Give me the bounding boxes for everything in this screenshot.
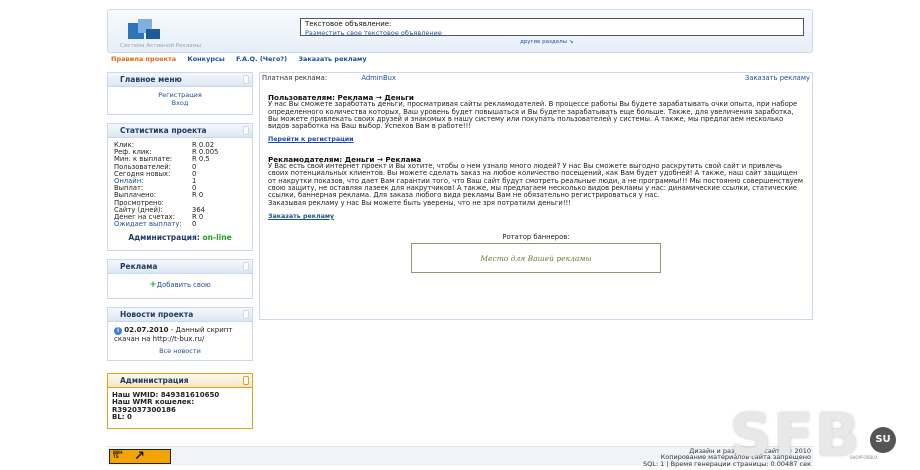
ads-panel: Реклама +Добавить свою xyxy=(107,258,253,299)
stats-title-text: Статистика проекта xyxy=(120,126,207,135)
paid-ad-label: Платная реклама: xyxy=(262,74,328,82)
banner-rotator[interactable]: Место для Вашей рекламы xyxy=(411,243,661,274)
admin-title-text: Администрация xyxy=(120,375,189,385)
advertisers-text-2: Заказывая рекламу у нас Вы можете быть у… xyxy=(268,198,571,207)
page-wrapper: Система Активной Рекламы Текстовое объяв… xyxy=(107,9,813,429)
logo-text: Система Активной Рекламы xyxy=(120,43,202,49)
main-content: Платная реклама: AdminBux Заказать рекла… xyxy=(259,72,813,320)
site-logo[interactable]: Система Активной Рекламы xyxy=(120,19,240,49)
stat-value: 0 xyxy=(192,220,197,229)
news-title: Новости проекта xyxy=(108,307,252,322)
paid-ad-bar: Платная реклама: AdminBux Заказать рекла… xyxy=(260,73,812,84)
other-sections-link[interactable]: другие разделы ↘ xyxy=(520,39,573,45)
add-ad-label[interactable]: Добавить свою xyxy=(157,281,211,289)
main-text: Пользователям: Реклама → Деньги У нас Вы… xyxy=(260,84,812,277)
left-column: Главное меню Регистрация Вход Статистика… xyxy=(107,72,253,429)
visit-counter[interactable]: BBH TS ↗ xyxy=(109,449,171,464)
go-register-link[interactable]: Перейти к регистрации xyxy=(268,136,804,143)
admin-panel: Администрация Наш WMID: 849381610650 Наш… xyxy=(107,372,253,429)
login-link[interactable]: Вход xyxy=(114,99,246,107)
stat-value: 1 xyxy=(192,177,197,186)
nav-contests[interactable]: Конкурсы xyxy=(187,55,224,63)
collapse-icon[interactable] xyxy=(243,75,249,84)
text-ad-box: Текстовое объявление: Разместить свое те… xyxy=(300,18,804,37)
news-panel: Новости проекта i 02.07.2010 - Данный ск… xyxy=(107,306,253,361)
place-text-ad-link[interactable]: Разместить свое текстовое объявление xyxy=(301,29,803,37)
watermark-letters: SFB xyxy=(730,401,862,469)
stat-value: R 0 xyxy=(192,191,204,200)
ads-title: Реклама xyxy=(108,259,252,274)
watermark-sub: SHOPFORBUX xyxy=(850,455,878,460)
paid-ad-admin-link[interactable]: AdminBux xyxy=(361,74,396,82)
stats-panel: Статистика проекта Клик: R 0.02 Реф. клик… xyxy=(107,123,253,251)
watermark-logo: SFB SU SHOPFORBUX xyxy=(730,405,910,465)
text-ad-title: Текстовое объявление: xyxy=(305,20,392,28)
nav-order-ad[interactable]: Заказать рекламу xyxy=(298,55,366,63)
stats-list: Клик: R 0.02 Реф. клик: R 0.005 Мин. к вып… xyxy=(108,138,252,250)
admin-title: Администрация xyxy=(108,373,252,388)
admin-wallet-info: Наш WMID: 849381610650 Наш WMR кошелек: … xyxy=(108,388,252,428)
collapse-icon[interactable] xyxy=(243,309,249,319)
logo-mark-icon xyxy=(128,19,162,41)
admin-bl: BL: 0 xyxy=(112,413,132,422)
site-footer: BBH TS ↗ Дизайн и разработка сайта © 2010… xyxy=(107,446,813,467)
stat-value: R 0 xyxy=(192,213,204,222)
stat-value: 0 xyxy=(192,162,197,171)
news-title-text: Новости проекта xyxy=(120,309,194,319)
banner-placeholder: Место для Вашей рекламы xyxy=(480,253,592,263)
all-news-link[interactable]: Все новости xyxy=(114,347,246,356)
banner-rotator-title: Ротатор баннеров: xyxy=(502,233,570,242)
register-link[interactable]: Регистрация xyxy=(114,91,246,99)
nav-faq[interactable]: F.A.Q. (Чего?) xyxy=(236,55,287,63)
news-date: 02.07.2010 xyxy=(124,325,169,334)
order-ad-link[interactable]: Заказать рекламу xyxy=(268,213,804,220)
advertisers-text: У Вас есть свой интернет проект и Вы хот… xyxy=(268,162,804,200)
collapse-icon[interactable] xyxy=(243,375,249,385)
counter-text: BBH TS xyxy=(113,450,123,459)
news-item: i 02.07.2010 - Данный скрипт скачан на h… xyxy=(108,322,252,360)
admin-status-label: Администрация: xyxy=(128,233,200,243)
admin-online-badge: on-line xyxy=(202,233,232,243)
plus-icon: + xyxy=(149,279,157,290)
users-text: У нас Вы сможете заработать деньги, прос… xyxy=(268,100,798,131)
watermark-badge: SU xyxy=(870,427,896,453)
arrow-up-right-icon: ↗ xyxy=(134,449,145,464)
admin-wmr: R392037300186 xyxy=(112,405,176,414)
info-icon: i xyxy=(114,326,122,335)
stat-row-awaiting[interactable]: Ожидает выплату: 0 xyxy=(114,221,246,228)
order-ad-top-link[interactable]: Заказать рекламу xyxy=(745,73,810,84)
main-menu-title: Главное меню xyxy=(108,73,252,87)
stat-key[interactable]: Ожидает выплату: xyxy=(114,221,192,228)
add-ad-link[interactable]: +Добавить свою xyxy=(108,274,252,298)
admin-status: Администрация: on-line xyxy=(114,233,246,243)
collapse-icon[interactable] xyxy=(243,261,249,271)
stats-title: Статистика проекта xyxy=(108,124,252,138)
stat-value: 0 xyxy=(192,169,197,178)
top-nav: Правила проекта Конкурсы F.A.Q. (Чего?) … xyxy=(107,53,813,65)
main-menu-panel: Главное меню Регистрация Вход xyxy=(107,72,253,115)
site-header: Система Активной Рекламы Текстовое объяв… xyxy=(107,9,813,53)
ads-title-text: Реклама xyxy=(120,261,158,271)
stat-value: R 0.5 xyxy=(192,155,210,164)
nav-rules[interactable]: Правила проекта xyxy=(111,55,176,63)
main-menu-title-text: Главное меню xyxy=(120,75,182,84)
collapse-icon[interactable] xyxy=(243,126,249,135)
